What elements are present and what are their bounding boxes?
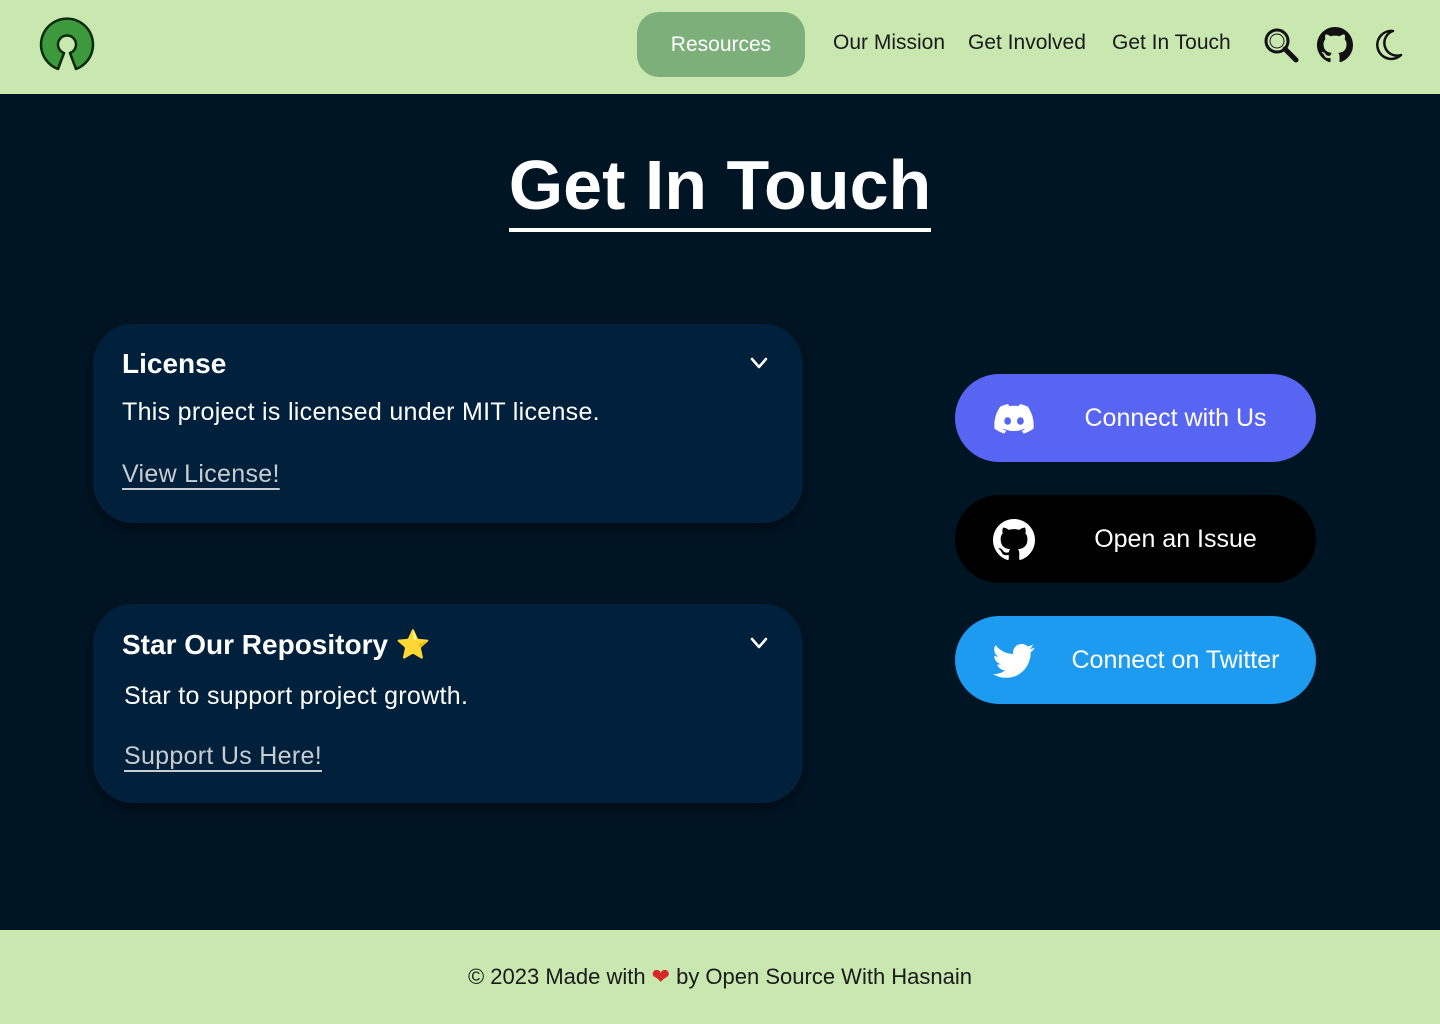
license-card: License This project is licensed under M…	[93, 324, 803, 523]
card-description: This project is licensed under MIT licen…	[122, 398, 600, 426]
page-title-text: Get In Touch	[508, 142, 932, 232]
discord-connect-button[interactable]: Connect with Us	[955, 374, 1316, 462]
open-issue-button[interactable]: Open an Issue	[955, 495, 1316, 583]
heart-icon: ❤	[651, 964, 671, 989]
chevron-down-icon[interactable]	[748, 632, 770, 654]
twitter-icon	[993, 640, 1035, 682]
search-icon[interactable]	[1262, 26, 1300, 64]
github-icon[interactable]	[1316, 26, 1354, 64]
github-icon	[993, 519, 1035, 561]
footer-suffix: by Open Source With Hasnain	[676, 964, 973, 989]
top-navbar: Resources Our Mission Get Involved Get I…	[0, 0, 1440, 94]
card-title: Star Our Repository ⭐	[122, 629, 431, 660]
card-description: Star to support project growth.	[124, 682, 469, 710]
star-repository-card: Star Our Repository ⭐ Star to support pr…	[93, 604, 803, 803]
discord-icon	[993, 398, 1035, 440]
nav-our-mission-link[interactable]: Our Mission	[833, 31, 945, 55]
issue-button-label: Open an Issue	[1094, 524, 1257, 553]
nav-resources-button[interactable]: Resources	[637, 12, 805, 77]
moon-icon[interactable]	[1370, 26, 1408, 64]
nav-get-in-touch-link[interactable]: Get In Touch	[1112, 31, 1231, 55]
twitter-connect-button[interactable]: Connect on Twitter	[955, 616, 1316, 704]
footer: © 2023 Made with ❤ by Open Source With H…	[0, 930, 1440, 1024]
twitter-button-label: Connect on Twitter	[1071, 645, 1280, 674]
card-title: License	[122, 348, 227, 379]
open-source-logo-icon[interactable]	[36, 17, 98, 73]
support-us-link[interactable]: Support Us Here!	[124, 742, 322, 771]
nav-get-involved-link[interactable]: Get Involved	[968, 31, 1086, 55]
view-license-link[interactable]: View License!	[122, 460, 280, 489]
chevron-down-icon[interactable]	[748, 352, 770, 374]
page-title: Get In Touch	[0, 142, 1440, 232]
footer-prefix: © 2023 Made with	[467, 964, 646, 989]
discord-button-label: Connect with Us	[1084, 403, 1267, 432]
